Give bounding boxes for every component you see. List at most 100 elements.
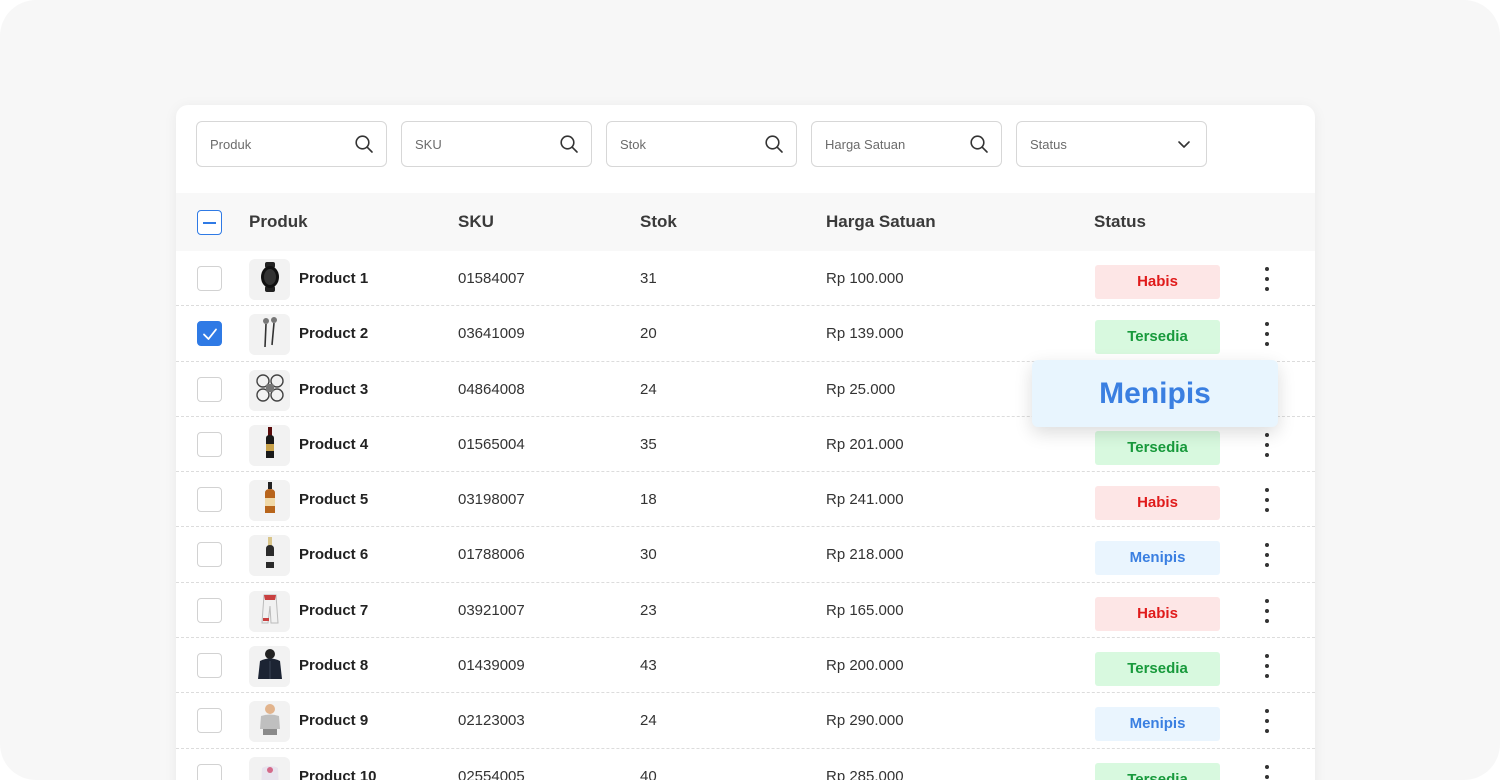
product-name[interactable]: Product 6 [299,527,368,582]
watch-icon [255,260,285,299]
product-sku: 03921007 [458,601,525,619]
product-name[interactable]: Product 2 [299,306,368,361]
status-badge[interactable]: Habis [1095,486,1220,521]
product-stok: 23 [640,601,657,619]
product-name[interactable]: Product 7 [299,583,368,638]
status-badge[interactable]: Menipis [1095,541,1220,576]
page-background: Status Produk SKU Stok Harga Satuan Stat… [0,0,1500,780]
filter-status-dropdown[interactable]: Status [1016,121,1207,167]
product-harga: Rp 165.000 [826,601,904,619]
status-badge[interactable]: Tersedia [1095,762,1220,780]
product-harga: Rp 25.000 [826,380,896,398]
more-options-icon[interactable] [1257,486,1277,514]
product-stok: 30 [640,546,657,564]
product-stok: 40 [640,767,657,780]
product-name[interactable]: Product 4 [299,417,368,472]
row-checkbox[interactable] [197,763,222,780]
table-row[interactable]: Product 7 03921007 23 Rp 165.000 Habis [176,583,1315,639]
table-row[interactable]: Product 1 01584007 31 Rp 100.000 Habis [176,251,1315,307]
row-checkbox[interactable] [197,597,222,623]
more-options-icon[interactable] [1257,320,1277,348]
status-badge[interactable]: Habis [1095,265,1220,299]
select-all-checkbox[interactable] [197,210,222,235]
product-thumbnail [249,259,290,300]
product-sku: 03641009 [458,325,525,343]
product-name[interactable]: Product 1 [299,251,368,306]
table-row[interactable]: Product 10 02554005 40 Rp 285.000 Tersedia [176,749,1315,780]
row-checkbox[interactable] [197,376,222,402]
row-checkbox[interactable] [197,542,222,568]
product-thumbnail [249,480,290,522]
product-stok: 20 [640,325,657,343]
filter-stok-input[interactable] [620,136,750,152]
row-checkbox[interactable] [197,266,222,291]
header-produk[interactable]: Produk [249,193,308,251]
more-options-icon[interactable] [1257,541,1277,569]
status-badge[interactable]: Tersedia [1095,652,1220,687]
product-stok: 18 [640,491,657,509]
product-harga: Rp 218.000 [826,546,904,564]
product-thumbnail [249,424,290,466]
product-thumbnail [249,646,290,688]
header-stok[interactable]: Stok [640,193,677,251]
filter-sku[interactable] [401,121,592,167]
status-badge[interactable]: Habis [1095,596,1220,631]
header-harga-satuan[interactable]: Harga Satuan [826,193,936,251]
table-row[interactable]: Product 5 03198007 18 Rp 241.000 Habis [176,472,1315,528]
product-harga: Rp 290.000 [826,712,904,730]
product-stok: 31 [640,270,657,287]
header-sku[interactable]: SKU [458,193,494,251]
champagne-bottle-icon [255,536,285,575]
filter-harga[interactable] [811,121,1002,167]
product-stok: 43 [640,657,657,675]
product-name[interactable]: Product 3 [299,362,368,417]
scarf-icon [255,592,285,631]
status-badge[interactable]: Menipis [1095,707,1220,742]
table-header: Produk SKU Stok Harga Satuan Status [176,193,1315,251]
product-thumbnail [249,590,290,632]
search-icon[interactable] [969,134,989,154]
product-harga: Rp 100.000 [826,270,904,287]
table-row[interactable]: Product 2 03641009 20 Rp 139.000 Tersedia [176,306,1315,362]
table-row[interactable]: Product 8 01439009 43 Rp 200.000 Tersedia [176,638,1315,694]
more-options-icon[interactable] [1257,431,1277,459]
product-stok: 35 [640,435,657,453]
header-status[interactable]: Status [1094,193,1146,251]
row-checkbox[interactable] [197,431,222,457]
status-badge[interactable]: Tersedia [1095,320,1220,355]
more-options-icon[interactable] [1257,265,1277,293]
row-checkbox[interactable] [197,321,222,347]
row-checkbox[interactable] [197,487,222,513]
search-icon[interactable] [764,134,784,154]
status-option-popup[interactable]: Menipis [1032,360,1278,427]
filter-stok[interactable] [606,121,797,167]
filter-harga-input[interactable] [825,136,955,152]
more-options-icon[interactable] [1257,707,1277,735]
product-stok: 24 [640,712,657,730]
status-badge[interactable]: Tersedia [1095,430,1220,465]
person-shirt-icon [255,702,285,741]
row-checkbox[interactable] [197,708,222,734]
product-name[interactable]: Product 9 [299,693,368,748]
filter-sku-input[interactable] [415,136,545,152]
product-name[interactable]: Product 5 [299,472,368,527]
product-sku: 01439009 [458,657,525,675]
more-options-icon[interactable] [1257,763,1277,780]
more-options-icon[interactable] [1257,597,1277,625]
more-options-icon[interactable] [1257,652,1277,680]
filter-produk-input[interactable] [210,136,340,152]
row-checkbox[interactable] [197,653,222,679]
table-row[interactable]: Product 9 02123003 24 Rp 290.000 Menipis [176,693,1315,749]
chevron-down-icon[interactable] [1174,134,1194,154]
product-name[interactable]: Product 10 [299,749,377,780]
whisky-bottle-icon [255,481,285,520]
search-icon[interactable] [559,134,579,154]
product-stok: 24 [640,380,657,398]
search-icon[interactable] [354,134,374,154]
filter-produk[interactable] [196,121,387,167]
table-row[interactable]: Product 6 01788006 30 Rp 218.000 Menipis [176,527,1315,583]
table-body: Product 1 01584007 31 Rp 100.000 Habis Produc… [176,251,1315,780]
product-harga: Rp 241.000 [826,491,904,509]
product-sku: 03198007 [458,491,525,509]
product-name[interactable]: Product 8 [299,638,368,693]
